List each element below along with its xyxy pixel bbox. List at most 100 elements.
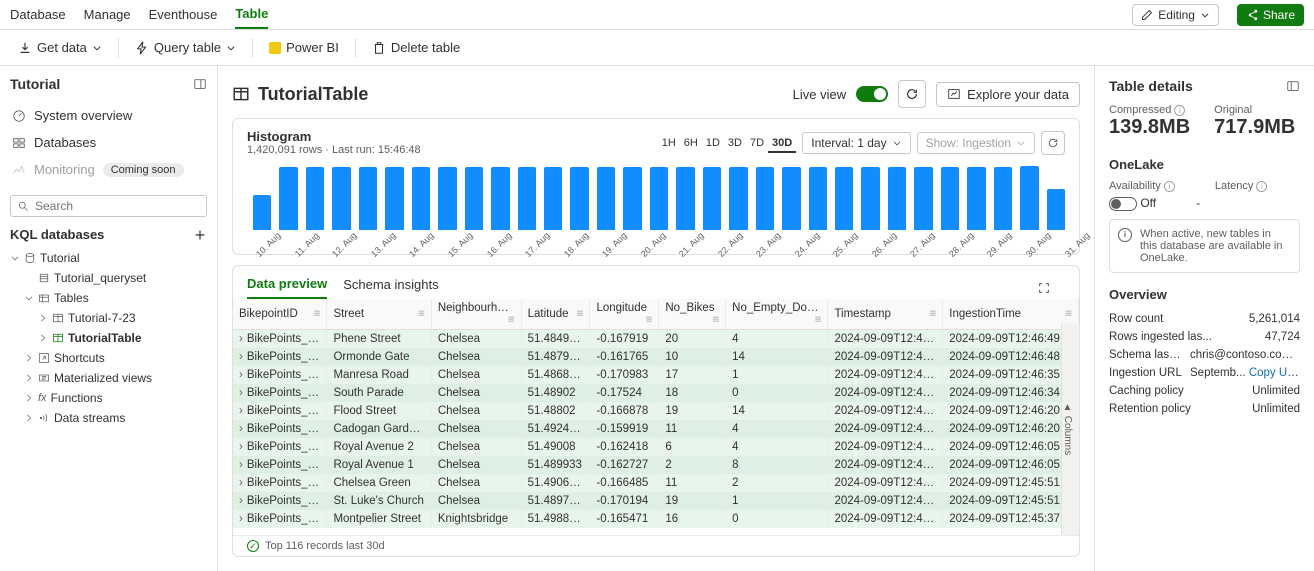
table-row[interactable]: BikePoints_529Manresa RoadChelsea51.4868… [233,366,1079,384]
share-button[interactable]: Share [1237,4,1304,26]
table-row[interactable]: BikePoints_345Flood StreetChelsea51.4880… [233,402,1079,420]
tree-queryset[interactable]: Tutorial_queryset [10,268,207,288]
column-menu-icon[interactable]: ≡ [314,308,321,320]
table-row[interactable]: BikePoints_395Cadogan GardensChelsea51.4… [233,420,1079,438]
copy-uri-link[interactable]: Copy URI [1249,367,1299,379]
tree-datastreams[interactable]: Data streams [10,408,207,428]
tree-functions[interactable]: fx Functions [10,388,207,408]
nav-databases[interactable]: Databases [10,131,207,154]
table-row[interactable]: BikePoints_218St. Luke's ChurchChelsea51… [233,492,1079,510]
tab-database[interactable]: Database [10,1,66,28]
retention-policy: Unlimited [1252,403,1300,415]
details-title: Table details [1109,78,1193,94]
query-table-button[interactable]: Query table [127,36,244,59]
range-3D[interactable]: 3D [724,135,746,151]
column-menu-icon[interactable]: ≡ [646,314,653,326]
table-row[interactable]: BikePoints_220Chelsea GreenChelsea51.490… [233,474,1079,492]
explore-data-button[interactable]: Explore your data [936,82,1080,107]
column-menu-icon[interactable]: ≡ [1065,308,1072,320]
column-header[interactable]: Timestamp≡ [828,299,943,330]
tree-table-tutorialtable[interactable]: TutorialTable [10,328,207,348]
table-cell: -0.162418 [590,438,659,456]
refresh-button[interactable] [898,80,926,108]
expand-icon[interactable] [1286,79,1300,93]
column-header[interactable]: IngestionTime≡ [943,299,1079,330]
editing-dropdown[interactable]: Editing [1132,4,1219,26]
column-menu-icon[interactable]: ≡ [712,314,719,326]
caching-policy: Unlimited [1252,385,1300,397]
range-6H[interactable]: 6H [680,135,702,151]
column-header[interactable]: Latitude≡ [521,299,590,330]
show-ingestion-dropdown[interactable]: Show: Ingestion [917,132,1035,154]
power-bi-button[interactable]: Power BI [261,36,347,59]
column-menu-icon[interactable]: ≡ [815,314,822,326]
nav-system-overview[interactable]: System overview [10,104,207,127]
table-cell: 4 [726,330,828,349]
data-grid[interactable]: BikepointID≡Street≡Neighbourhood≡Latitud… [233,299,1079,535]
column-header[interactable]: Street≡ [327,299,431,330]
tree-tables[interactable]: Tables [10,288,207,308]
column-header[interactable]: Neighbourhood≡ [431,299,521,330]
info-icon[interactable]: i [1164,181,1175,192]
tab-manage[interactable]: Manage [84,1,131,28]
table-cell: 2024-09-09T12:46:35.18701... [943,366,1079,384]
search-icon [17,200,29,212]
column-menu-icon[interactable]: ≡ [418,308,425,320]
column-header[interactable]: No_Empty_Docks≡ [726,299,828,330]
chevron-down-icon [892,138,902,148]
info-icon[interactable]: i [1174,105,1185,116]
live-view-toggle[interactable] [856,86,888,102]
search-input[interactable] [35,199,200,213]
table-cell: 2024-09-09T12:46:49.23317... [943,330,1079,349]
columns-panel-toggle[interactable]: ▲ Columns [1061,323,1079,535]
get-data-button[interactable]: Get data [10,36,110,59]
collapse-icon[interactable] [193,77,207,91]
interval-dropdown[interactable]: Interval: 1 day [802,132,910,154]
availability-toggle[interactable] [1109,197,1137,211]
range-7D[interactable]: 7D [746,135,768,151]
info-icon[interactable]: i [1256,181,1267,192]
tab-schema-insights[interactable]: Schema insights [343,277,438,298]
table-row[interactable]: BikePoints_250Royal Avenue 1Chelsea51.48… [233,456,1079,474]
tree-table-tutorial723[interactable]: Tutorial-7-23 [10,308,207,328]
histogram-bar [994,167,1012,230]
table-icon [52,312,64,324]
range-30D[interactable]: 30D [768,135,796,153]
nav-monitoring: Monitoring Coming soon [10,158,207,181]
grid-footer: ✓ Top 116 records last 30d [233,535,1079,556]
histogram-bar [1020,166,1038,230]
tab-eventhouse[interactable]: Eventhouse [149,1,218,28]
tree-db-tutorial[interactable]: Tutorial [10,248,207,268]
column-menu-icon[interactable]: ≡ [930,308,937,320]
column-header[interactable]: No_Bikes≡ [659,299,726,330]
histogram-bar [729,167,747,230]
table-row[interactable]: BikePoints_747Ormonde GateChelsea51.4879… [233,348,1079,366]
table-cell: 2024-09-09T12:46:20.38921... [943,420,1079,438]
table-cell: -0.159919 [590,420,659,438]
table-row[interactable]: BikePoints_662Phene StreetChelsea51.4849… [233,330,1079,349]
tab-data-preview[interactable]: Data preview [247,276,327,299]
table-cell: Phene Street [327,330,431,349]
table-row[interactable]: BikePoints_430South ParadeChelsea51.4890… [233,384,1079,402]
range-1H[interactable]: 1H [658,135,680,151]
tree-shortcuts[interactable]: Shortcuts [10,348,207,368]
column-header[interactable]: Longitude≡ [590,299,659,330]
tree-materialized[interactable]: Materialized views [10,368,207,388]
delete-table-button[interactable]: Delete table [364,36,468,59]
column-header[interactable]: BikepointID≡ [233,299,327,330]
histogram-refresh-button[interactable] [1041,131,1065,155]
column-menu-icon[interactable]: ≡ [508,314,515,326]
histogram-bar [385,167,403,230]
search-box[interactable] [10,195,207,217]
table-row[interactable]: BikePoints_292Montpelier StreetKnightsbr… [233,510,1079,528]
onelake-title: OneLake [1109,157,1300,172]
column-menu-icon[interactable]: ≡ [577,308,584,320]
fullscreen-button[interactable] [1037,280,1065,295]
table-cell: Cadogan Gardens [327,420,431,438]
tab-table[interactable]: Table [235,0,268,29]
table-cell: Chelsea [431,348,521,366]
range-1D[interactable]: 1D [702,135,724,151]
table-cell: 51.4849854 [521,330,590,349]
add-icon[interactable] [193,228,207,242]
table-row[interactable]: BikePoints_280Royal Avenue 2Chelsea51.49… [233,438,1079,456]
